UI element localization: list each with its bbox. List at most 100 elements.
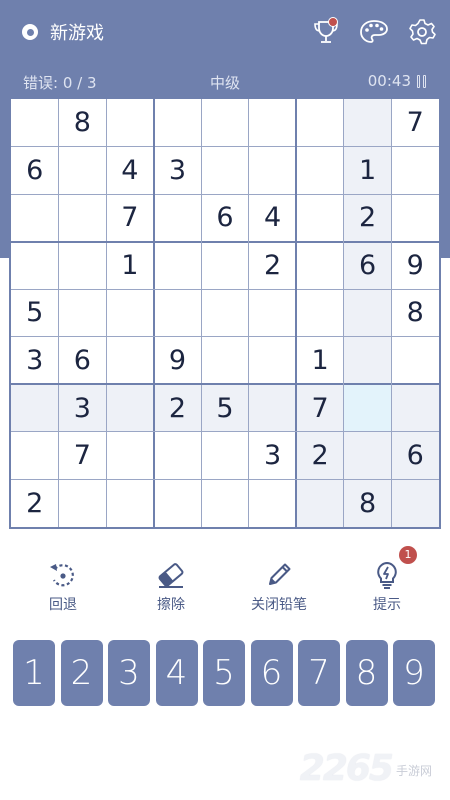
board-cell[interactable] [201,479,249,527]
number-key-2[interactable]: 2 [60,640,103,706]
board-cell[interactable] [59,289,107,337]
number-key-5[interactable]: 5 [203,640,245,706]
board-cell[interactable]: 6 [201,194,249,242]
board-cell[interactable] [343,384,392,432]
board-cell[interactable] [59,147,107,195]
pencil-toggle-button[interactable]: 关闭铅笔 [229,558,329,614]
number-key-1[interactable]: 1 [13,640,55,706]
board-cell[interactable]: 1 [343,146,392,195]
board-cell[interactable] [201,242,249,290]
board-cell[interactable] [201,289,249,337]
board-cell[interactable] [11,194,59,242]
board-cell[interactable] [343,336,392,385]
board-cell[interactable]: 5 [11,289,59,337]
board-cell[interactable] [106,384,154,432]
board-cell[interactable]: 6 [343,241,392,290]
settings-button[interactable] [404,14,440,50]
number-key-8[interactable]: 8 [345,640,388,706]
board-cell[interactable] [106,479,154,527]
board-cell[interactable]: 4 [106,147,154,195]
board-cell[interactable] [201,147,249,195]
board-cell[interactable] [106,289,154,337]
board-cell[interactable] [249,99,297,147]
number-key-4[interactable]: 4 [155,640,198,706]
board-cell[interactable] [59,479,107,527]
board-cell[interactable] [11,432,59,480]
board-cell[interactable] [201,337,249,385]
board-cell[interactable]: 7 [106,194,154,242]
timer-value: 00:43 [367,72,411,90]
board-cell[interactable]: 3 [11,337,59,385]
board-cell[interactable] [343,289,392,337]
board-cell[interactable] [296,99,344,147]
board-cell[interactable]: 7 [59,432,107,480]
board-cell[interactable] [106,337,154,385]
board-cell[interactable] [296,479,344,527]
board-cell[interactable]: 3 [58,384,107,432]
board-cell[interactable]: 5 [201,384,249,432]
board-cell[interactable] [391,194,439,242]
board-cell[interactable] [106,432,154,480]
board-cell[interactable]: 6 [391,431,439,480]
board-cell[interactable] [154,99,202,147]
board-cell[interactable] [391,147,439,195]
board-cell[interactable]: 9 [154,337,202,385]
number-key-6[interactable]: 6 [250,640,293,706]
board-cell[interactable] [296,242,344,290]
board-cell[interactable] [11,242,59,290]
board-cell[interactable] [59,194,107,242]
board-cell[interactable] [296,289,344,337]
board-cell[interactable]: 2 [343,194,392,242]
board-cell[interactable] [154,242,202,290]
board-cell[interactable] [296,147,344,195]
board-cell[interactable]: 9 [391,242,439,290]
hint-button[interactable]: 提示 1 [337,546,437,614]
board-cell[interactable]: 2 [249,242,297,290]
erase-button[interactable]: 擦除 [121,558,221,614]
board-cell[interactable] [249,289,297,337]
board-cell[interactable] [154,432,202,480]
board-cell[interactable]: 8 [391,289,439,337]
board-cell[interactable] [154,194,202,242]
board-cell[interactable]: 1 [106,242,154,290]
board-cell[interactable] [296,194,344,242]
board-cell[interactable]: 7 [391,99,439,147]
board-cell[interactable]: 2 [296,431,344,480]
board-cell[interactable]: 4 [249,194,297,242]
board-cell[interactable] [343,431,392,480]
board-cell[interactable] [249,337,297,385]
number-key-7[interactable]: 7 [298,640,340,706]
board-cell[interactable]: 6 [59,337,107,385]
pause-icon[interactable] [417,74,426,88]
board-cell[interactable]: 3 [249,432,297,480]
board-cell[interactable]: 2 [153,384,202,432]
board-cell[interactable]: 7 [296,384,344,432]
board-cell[interactable] [343,99,392,147]
board-cell[interactable] [11,99,59,147]
board-cell[interactable] [391,384,439,432]
undo-button[interactable]: 回退 [13,558,113,614]
board-cell[interactable] [201,432,249,480]
theme-button[interactable] [356,14,392,50]
board-cell[interactable] [154,479,202,527]
board-cell[interactable] [249,147,297,195]
board-cell[interactable] [106,99,154,147]
board-cell[interactable]: 8 [59,99,107,147]
board-cell[interactable] [391,479,439,527]
board-cell[interactable] [11,384,59,432]
board-cell[interactable]: 1 [296,337,344,385]
number-key-3[interactable]: 3 [108,640,150,706]
board-cell[interactable]: 3 [154,147,202,195]
board-cell[interactable] [59,242,107,290]
board-cell[interactable] [248,384,297,432]
new-game-button[interactable]: 新游戏 [22,19,104,45]
board-cell[interactable] [391,337,439,385]
trophy-button[interactable] [308,14,344,50]
board-cell[interactable]: 6 [11,147,59,195]
board-cell[interactable] [154,289,202,337]
board-cell[interactable] [249,479,297,527]
board-cell[interactable]: 2 [11,479,59,527]
board-cell[interactable] [201,99,249,147]
number-key-9[interactable]: 9 [393,640,435,706]
board-cell[interactable]: 8 [343,479,392,527]
